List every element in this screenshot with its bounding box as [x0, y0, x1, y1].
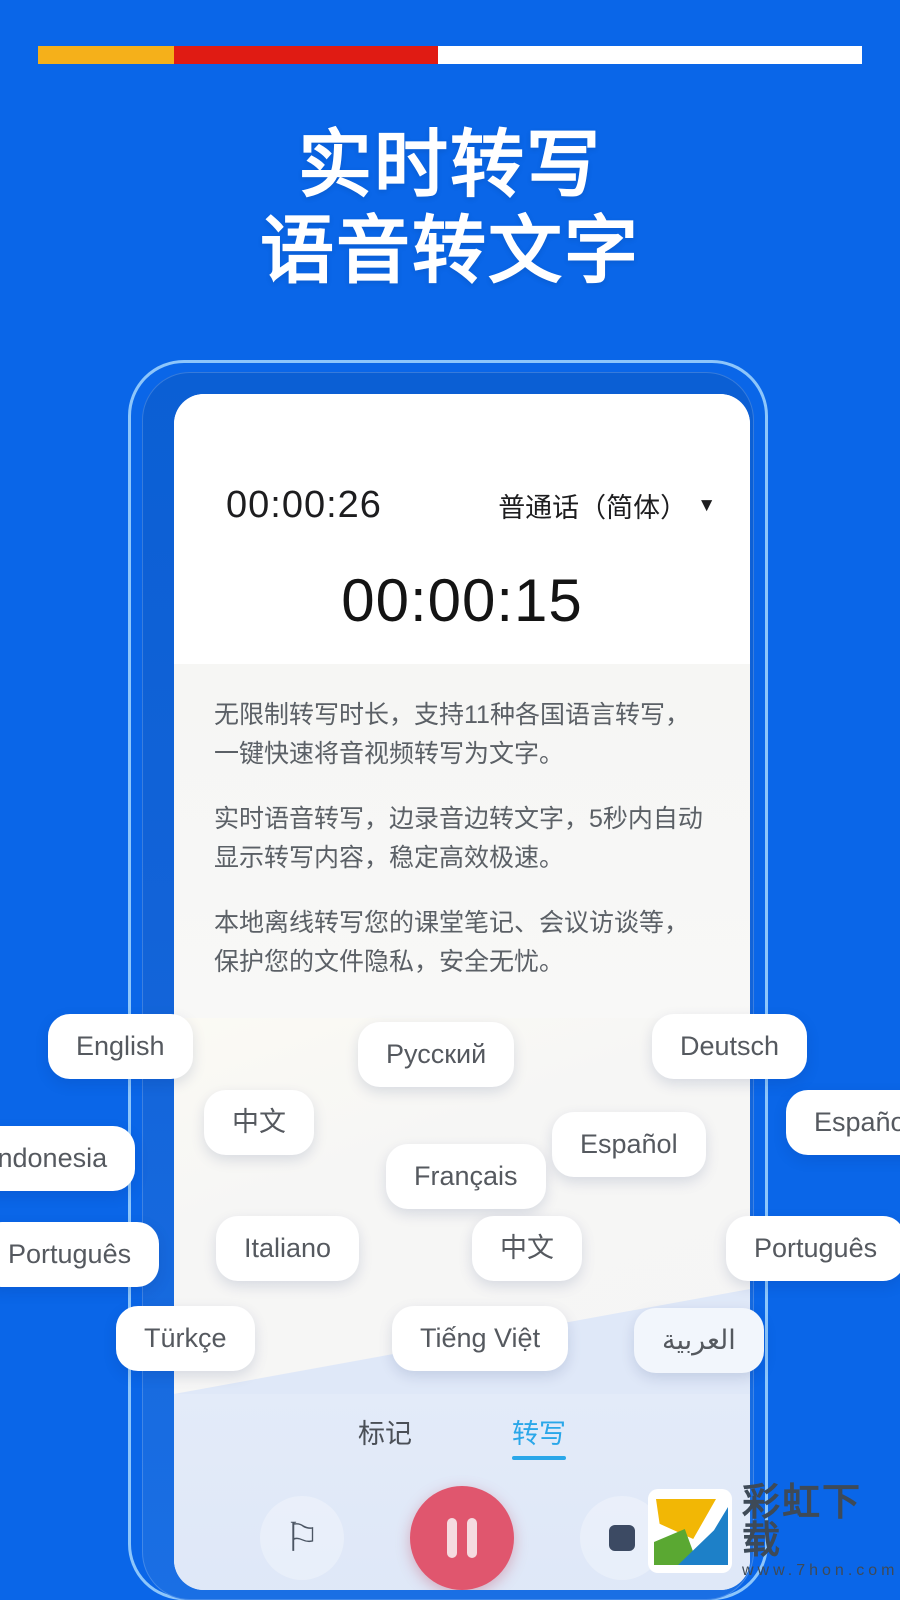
phone-bezel: 00:00:26 普通话（简体） ▼ 00:00:15 无限制转写时长，支持11… — [142, 372, 754, 1600]
language-chip[interactable]: Español — [552, 1112, 706, 1177]
pause-icon — [467, 1518, 477, 1558]
flag-icon: ⚐ — [284, 1516, 320, 1560]
language-chip[interactable]: Türkçe — [116, 1306, 255, 1371]
tab-transcribe-label: 转写 — [512, 1419, 566, 1449]
language-selector[interactable]: 普通话（简体） ▼ — [498, 486, 716, 525]
language-chip[interactable]: English — [48, 1014, 193, 1079]
promo-headline: 实时转写 语音转文字 — [0, 122, 900, 294]
watermark-logo-icon — [648, 1489, 732, 1573]
accent-segment-yellow — [38, 46, 174, 64]
pause-record-button[interactable] — [410, 1486, 514, 1590]
language-chip[interactable]: Español — [786, 1090, 900, 1155]
language-selector-label: 普通话（简体） — [498, 493, 688, 523]
language-chip[interactable]: Português — [726, 1216, 900, 1281]
description-paragraph: 本地离线转写您的课堂笔记、会议访谈等，保护您的文件隐私，安全无忧。 — [214, 909, 690, 976]
watermark-title: 彩虹下载 — [742, 1481, 863, 1562]
tab-transcribe[interactable]: 转写 — [512, 1412, 566, 1460]
language-chip[interactable]: العربية — [634, 1308, 764, 1373]
description-paragraph: 实时语音转写，边录音边转文字，5秒内自动显示转写内容，稳定高效极速。 — [214, 805, 703, 872]
language-chip[interactable]: 中文 — [204, 1090, 314, 1155]
language-chip[interactable]: Tiếng Việt — [392, 1306, 569, 1371]
stop-icon — [609, 1525, 635, 1551]
accent-segment-white — [437, 46, 862, 64]
accent-segment-red — [173, 46, 438, 64]
elapsed-timer: 00:00:26 — [226, 484, 382, 526]
chevron-down-icon: ▼ — [697, 495, 716, 516]
feature-description-panel: 无限制转写时长，支持11种各国语言转写，一键快速将音视频转写为文字。 实时语音转… — [174, 664, 750, 1018]
site-watermark: 彩虹下载 www.7hon.com — [648, 1476, 900, 1586]
footer-tabs: 标记 转写 — [174, 1412, 750, 1460]
language-chip[interactable]: Français — [386, 1144, 546, 1209]
description-paragraph: 无限制转写时长，支持11种各国语言转写，一键快速将音视频转写为文字。 — [214, 701, 690, 768]
pause-icon — [447, 1518, 457, 1558]
language-chip[interactable]: Русский — [358, 1022, 515, 1087]
phone-screen: 00:00:26 普通话（简体） ▼ 00:00:15 无限制转写时长，支持11… — [174, 394, 750, 1590]
headline-line-2: 语音转文字 — [260, 209, 640, 292]
language-chip[interactable]: 中文 — [472, 1216, 582, 1281]
language-chip[interactable]: Italiano — [216, 1216, 360, 1281]
language-chip[interactable]: Deutsch — [652, 1014, 808, 1079]
watermark-url: www.7hon.com — [742, 1561, 899, 1579]
timer-row: 00:00:26 普通话（简体） ▼ — [174, 484, 750, 527]
timer-header: 00:00:26 普通话（简体） ▼ 00:00:15 — [174, 394, 750, 664]
watermark-text: 彩虹下载 www.7hon.com — [742, 1484, 900, 1579]
main-timer: 00:00:15 — [341, 567, 583, 634]
headline-line-1: 实时转写 — [298, 123, 602, 206]
language-chip[interactable]: Português — [0, 1222, 160, 1287]
tab-mark[interactable]: 标记 — [358, 1412, 412, 1460]
top-accent-bar — [38, 46, 862, 64]
tab-mark-label: 标记 — [358, 1419, 412, 1449]
mark-button[interactable]: ⚐ — [260, 1496, 344, 1580]
phone-mockup: 00:00:26 普通话（简体） ▼ 00:00:15 无限制转写时长，支持11… — [128, 360, 768, 1600]
language-chip[interactable]: Indonesia — [0, 1126, 136, 1191]
